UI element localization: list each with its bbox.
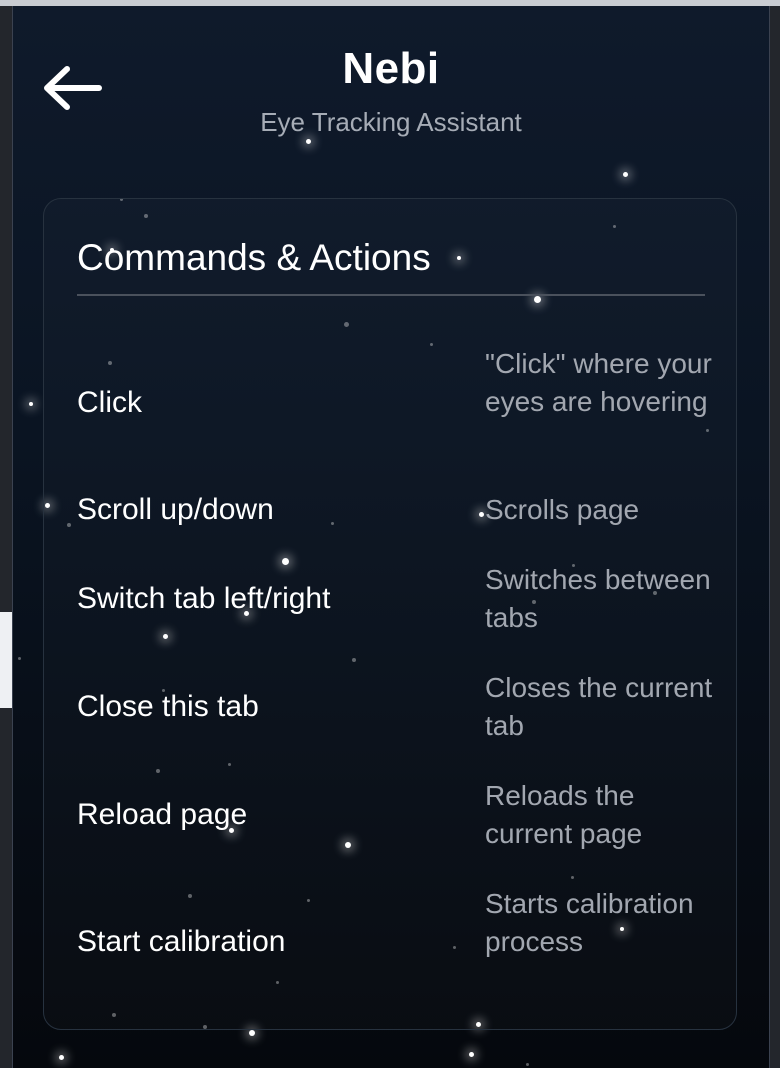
command-description: "Click" where your eyes are hovering [485,348,712,417]
command-description: Reloads the current page [485,780,643,849]
star [29,402,33,406]
card-title: Commands & Actions [77,237,431,278]
page-edge-right [770,6,780,1068]
divider [77,294,705,296]
command-description: Closes the current tab [485,672,713,741]
star [526,1063,529,1066]
star [306,139,311,144]
command-name: Click [77,386,142,419]
command-name: Close this tab [77,690,259,723]
command-name: Reload page [77,798,248,831]
command-description: Switches between tabs [485,564,711,633]
page-edge-left [0,6,12,1068]
page-edge-left-highlight [0,612,12,708]
star [249,1030,255,1036]
app-subtitle: Eye Tracking Assistant [260,107,522,137]
commands-card: Commands & Actions Click "Click" where y… [43,198,737,1030]
assistant-panel: Nebi Eye Tracking Assistant Commands & A… [12,6,770,1068]
command-description: Scrolls page [485,494,640,525]
app-title: Nebi [342,44,440,93]
command-name: Scroll up/down [77,493,274,526]
star [623,172,628,177]
command-name: Start calibration [77,925,286,958]
star [469,1052,474,1057]
command-description: Starts calibration process [485,888,694,957]
command-name: Switch tab left/right [77,582,331,615]
star [18,657,21,660]
star [59,1055,64,1060]
